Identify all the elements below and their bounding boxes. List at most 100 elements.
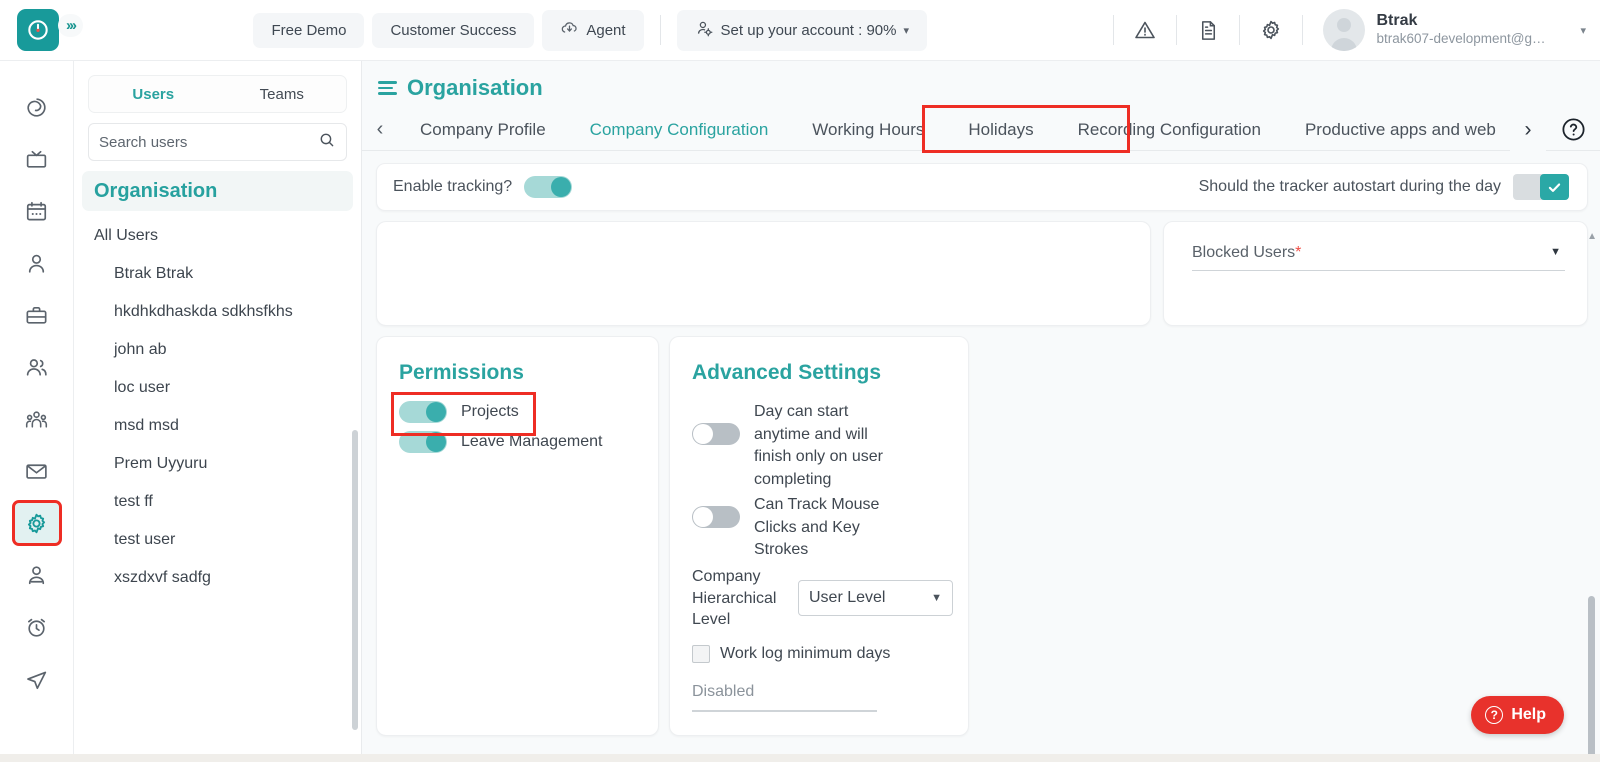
divider: [1176, 15, 1178, 45]
setup-account-label: Set up your account : 90%: [720, 21, 897, 39]
enable-tracking-group: Enable tracking?: [393, 176, 573, 198]
blocked-users-card: Blocked Users* ▼: [1163, 221, 1588, 326]
users-panel-scrollbar[interactable]: [352, 430, 358, 730]
customer-success-button[interactable]: Customer Success: [372, 12, 535, 48]
search-icon[interactable]: [318, 131, 336, 154]
tab-company-profile[interactable]: Company Profile: [398, 109, 568, 151]
cloud-download-icon: [560, 19, 579, 42]
permissions-title: Permissions: [399, 361, 524, 384]
list-item[interactable]: msd msd: [74, 407, 361, 445]
list-item[interactable]: test user: [74, 521, 361, 559]
users-list: All Users Btrak Btrak hkdhkdhaskda sdkhs…: [74, 217, 361, 597]
main-content: Organisation ‹ Company Profile Company C…: [362, 61, 1600, 762]
top-bar: ››› Free Demo Customer Success Agent Set…: [0, 0, 1600, 61]
chevron-down-icon[interactable]: ▾: [1580, 24, 1586, 37]
hierarchy-value: User Level: [809, 589, 886, 607]
chevron-down-icon[interactable]: ▼: [1550, 246, 1561, 258]
chevron-left-icon[interactable]: ‹: [362, 118, 398, 141]
avatar: [1323, 9, 1366, 51]
sidebar-item-briefcase-icon[interactable]: [15, 295, 59, 335]
sidebar-item-users-icon[interactable]: [15, 347, 59, 387]
sidebar-item-alarm-clock-icon[interactable]: [15, 607, 59, 647]
user-name: Btrak: [1376, 12, 1418, 30]
warning-icon[interactable]: [1122, 10, 1168, 50]
advanced-settings-card: Advanced Settings Day can start anytime …: [669, 336, 969, 736]
disabled-field[interactable]: Disabled: [692, 683, 877, 712]
list-item[interactable]: xszdxvf sadfg: [74, 559, 361, 597]
hamburger-icon[interactable]: [378, 81, 397, 95]
sidebar-rail: [0, 61, 74, 762]
sidebar-item-mail-icon[interactable]: [15, 451, 59, 491]
help-label: Help: [1511, 706, 1546, 723]
field-underline: [1192, 270, 1565, 271]
tab-teams[interactable]: Teams: [218, 86, 347, 103]
chevron-right-icon[interactable]: ›: [1510, 108, 1546, 151]
sidebar-item-send-icon[interactable]: [15, 659, 59, 699]
document-icon[interactable]: [1185, 10, 1231, 50]
gear-icon[interactable]: [1248, 10, 1294, 50]
tab-productive-apps-and-web[interactable]: Productive apps and web: [1283, 109, 1510, 151]
search-input[interactable]: [99, 133, 312, 151]
list-item[interactable]: Btrak Btrak: [74, 255, 361, 293]
list-item[interactable]: john ab: [74, 331, 361, 369]
sidebar-item-user-icon[interactable]: [15, 243, 59, 283]
list-item[interactable]: loc user: [74, 369, 361, 407]
sidebar-item-user-badge-icon[interactable]: [15, 555, 59, 595]
enable-tracking-label: Enable tracking?: [393, 178, 513, 195]
agent-button[interactable]: Agent: [542, 9, 644, 51]
double-chevron-right-icon[interactable]: ›››: [58, 13, 83, 37]
scroll-up-arrow-icon[interactable]: ▲: [1587, 231, 1597, 242]
leave-management-toggle[interactable]: [399, 431, 447, 453]
blocked-users-field[interactable]: Blocked Users* ▼: [1192, 244, 1565, 271]
worklog-checkbox[interactable]: [692, 644, 710, 663]
tab-users[interactable]: Users: [89, 86, 218, 103]
check-icon: [1540, 174, 1569, 200]
list-item-all-users[interactable]: All Users: [74, 217, 361, 255]
list-item[interactable]: hkdhkdhaskda sdkhsfkhs: [74, 293, 361, 331]
day-start-anytime-toggle[interactable]: [692, 423, 740, 445]
enable-tracking-toggle[interactable]: [524, 176, 573, 198]
track-mouse-label: Can Track Mouse Clicks and Key Strokes: [754, 495, 880, 559]
tab-working-hours[interactable]: Working Hours: [790, 109, 946, 151]
search-users-box: [88, 123, 347, 161]
track-mouse-toggle[interactable]: [692, 505, 740, 528]
divider: [659, 15, 661, 45]
sidebar-item-settings-gear-icon[interactable]: [11, 500, 62, 546]
free-demo-button[interactable]: Free Demo: [253, 12, 365, 48]
organisation-label: Organisation: [94, 179, 218, 202]
field-underline: [692, 709, 877, 712]
tab-holidays[interactable]: Holidays: [946, 109, 1055, 151]
bottom-bar: [0, 754, 1600, 762]
brand-area: ›››: [0, 0, 83, 61]
list-item[interactable]: Prem Uyyuru: [74, 445, 361, 483]
required-mark: *: [1295, 244, 1302, 261]
tab-strip: Company Profile Company Configuration Wo…: [398, 109, 1510, 151]
disabled-field-value: Disabled: [692, 682, 755, 700]
tab-company-configuration[interactable]: Company Configuration: [568, 109, 791, 151]
help-circle-icon[interactable]: [1546, 109, 1600, 151]
sidebar-item-calendar-icon[interactable]: [15, 191, 59, 231]
user-account-menu[interactable]: Btrak btrak607-development@gm... ▾: [1311, 9, 1586, 51]
application-window: ››› Free Demo Customer Success Agent Set…: [0, 0, 1600, 762]
tab-bar: ‹ Company Profile Company Configuration …: [362, 105, 1600, 153]
sidebar-item-team-icon[interactable]: [15, 399, 59, 439]
sidebar-item-tv-icon[interactable]: [15, 139, 59, 179]
list-item[interactable]: test ff: [74, 483, 361, 521]
tab-recording-configuration[interactable]: Recording Configuration: [1056, 109, 1283, 151]
main-scrollbar[interactable]: [1588, 596, 1595, 762]
question-circle-icon: ?: [1485, 706, 1504, 724]
divider: [1302, 15, 1304, 45]
free-demo-label: Free Demo: [271, 21, 347, 39]
main-header: Organisation: [362, 61, 1600, 101]
projects-toggle[interactable]: [399, 401, 447, 423]
autostart-toggle[interactable]: [1513, 174, 1569, 200]
setup-account-button[interactable]: Set up your account : 90% ▾: [676, 9, 928, 51]
page-title: Organisation: [407, 75, 543, 100]
sidebar-item-spiral-icon[interactable]: [15, 87, 59, 127]
help-button[interactable]: ? Help: [1471, 696, 1564, 734]
hierarchy-select[interactable]: User Level ▼: [798, 580, 953, 617]
top-bar-center: Free Demo Customer Success Agent Set up …: [75, 9, 1105, 51]
advanced-settings-title: Advanced Settings: [692, 361, 882, 384]
clock-logo-icon[interactable]: [16, 9, 59, 51]
organisation-node[interactable]: Organisation: [82, 171, 353, 211]
